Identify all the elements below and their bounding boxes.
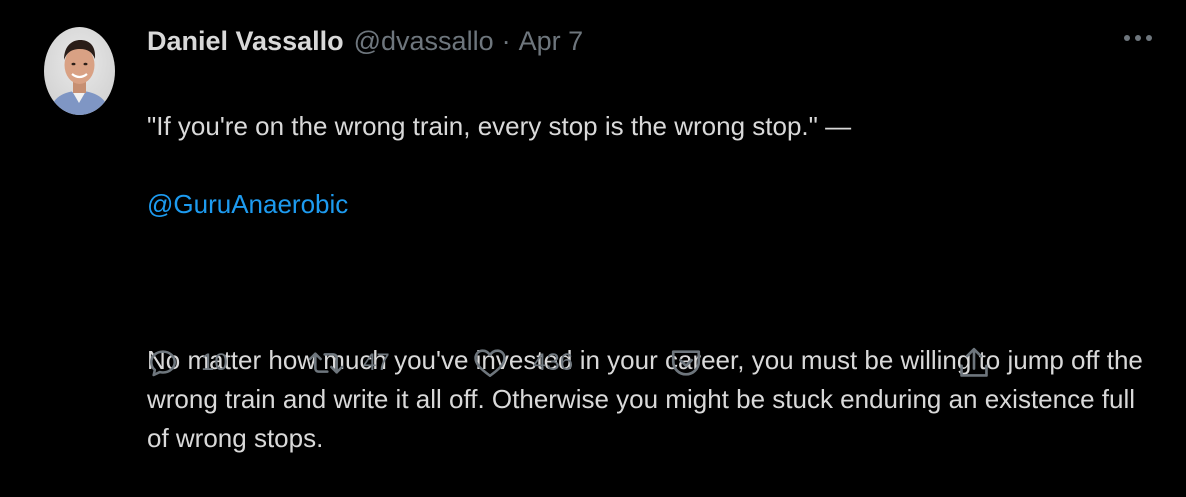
save-to-pocket-button[interactable] [669,343,703,383]
tweet-actions: 10 47 436 [147,343,1047,383]
tweet-header: Daniel Vassallo @dvassallo · Apr 7 [147,22,1147,60]
tweet: Daniel Vassallo @dvassallo · Apr 7 "If y… [0,0,1186,453]
tweet-text: "If you're on the wrong train, every sto… [147,68,1147,497]
user-handle[interactable]: @dvassallo [354,22,494,60]
like-button[interactable]: 436 [473,343,573,383]
like-count: 436 [533,349,574,376]
retweet-button[interactable]: 47 [307,343,390,383]
tweet-date[interactable]: Apr 7 [519,22,584,60]
reply-count: 10 [201,349,228,376]
quote-line: "If you're on the wrong train, every sto… [147,111,852,141]
retweet-icon [308,352,344,374]
share-icon [960,347,988,377]
reply-icon [150,350,177,377]
separator-dot: · [501,26,511,56]
share-button[interactable] [957,343,991,383]
display-name[interactable]: Daniel Vassallo [147,22,344,60]
pocket-icon [671,350,701,376]
retweet-count: 47 [363,349,390,376]
mention-link[interactable]: @GuruAnaerobic [147,189,348,219]
heart-icon [474,349,506,378]
more-horizontal-icon [1124,35,1152,41]
more-options-button[interactable] [1120,26,1156,50]
tweet-content: Daniel Vassallo @dvassallo · Apr 7 "If y… [147,22,1147,497]
reply-button[interactable]: 10 [147,343,228,383]
avatar[interactable] [44,27,115,115]
